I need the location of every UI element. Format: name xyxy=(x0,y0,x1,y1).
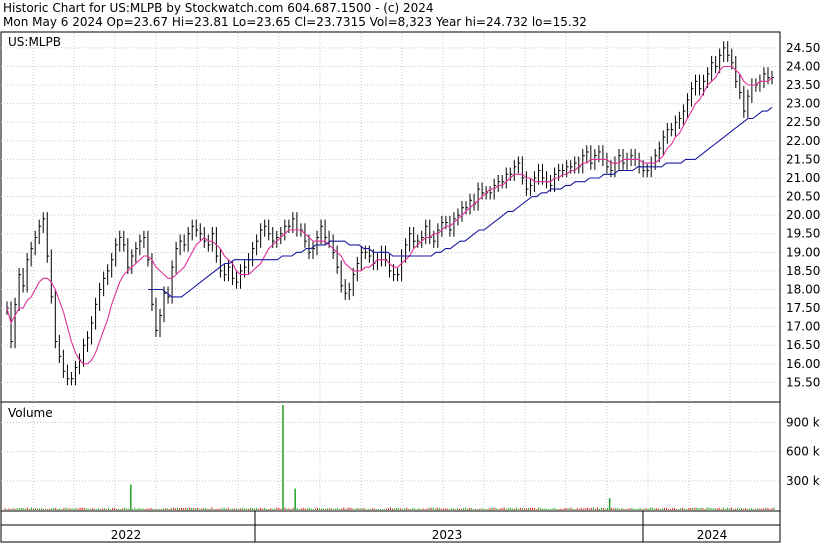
price-tick-label: 22.00 xyxy=(786,134,820,148)
price-tick-label: 15.50 xyxy=(786,375,820,389)
stock-chart: 24.50 24.00 23.50 23.00 22.50 22.00 21.50 21.00… xyxy=(0,31,820,543)
price-tick-label: 18.00 xyxy=(786,282,820,296)
price-tick-label: 24.50 xyxy=(786,41,820,55)
year-label-2023: 2023 xyxy=(432,528,463,542)
price-tick-label: 18.50 xyxy=(786,264,820,278)
price-tick-label: 16.00 xyxy=(786,357,820,371)
price-tick-label: 21.00 xyxy=(786,171,820,185)
volume-label: Volume xyxy=(8,406,53,420)
price-tick-label: 17.50 xyxy=(786,301,820,315)
volume-axis: 900 k 600 k 300 k xyxy=(786,415,820,487)
price-tick-label: 21.50 xyxy=(786,152,820,166)
price-panel xyxy=(0,31,781,403)
price-tick-label: 22.50 xyxy=(786,115,820,129)
price-axis: 24.50 24.00 23.50 23.00 22.50 22.00 21.50 21.00… xyxy=(786,41,820,390)
volume-tick-label: 600 k xyxy=(786,445,820,459)
price-tick-label: 16.50 xyxy=(786,338,820,352)
price-tick-label: 23.00 xyxy=(786,97,820,111)
price-tick-label: 17.00 xyxy=(786,320,820,334)
symbol-label: US:MLPB xyxy=(8,35,61,49)
price-tick-label: 24.00 xyxy=(786,59,820,73)
volume-panel xyxy=(0,401,781,512)
price-tick-label: 20.00 xyxy=(786,208,820,222)
price-tick-label: 19.50 xyxy=(786,227,820,241)
price-tick-label: 19.00 xyxy=(786,245,820,259)
price-tick-label: 23.50 xyxy=(786,78,820,92)
price-tick-label: 20.50 xyxy=(786,190,820,204)
volume-tick-label: 900 k xyxy=(786,415,820,429)
year-label-2022: 2022 xyxy=(111,528,142,542)
volume-tick-label: 300 k xyxy=(786,474,820,488)
year-label-2024: 2024 xyxy=(697,528,728,542)
